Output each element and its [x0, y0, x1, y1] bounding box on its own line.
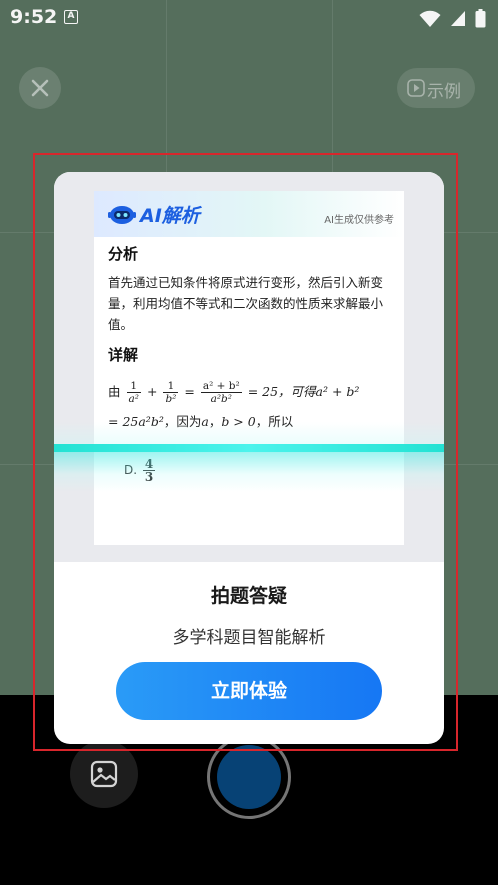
frac-denominator: a²b² — [210, 393, 232, 405]
frac-numerator: a² + b² — [200, 380, 242, 393]
equals-sign: = — [184, 384, 195, 399]
analysis-text: 首先通过已知条件将原式进行变形，然后引入新变量，利用均值不等式和二次函数的性质来… — [108, 275, 384, 332]
ai-logo: AI解析 — [140, 205, 200, 227]
promo-dialog: AI解析 AI生成仅供参考 分析 首先通过已知条件将原式进行变形，然后引入新变量… — [54, 172, 444, 744]
analysis-title: 分析 — [108, 245, 139, 263]
detail-title: 详解 — [108, 346, 139, 364]
frac-numerator: 1 — [126, 380, 141, 393]
scan-fade — [54, 422, 444, 444]
dialog-subtitle: 多学科题目智能解析 — [172, 628, 326, 648]
frac-denominator: b² — [165, 393, 177, 405]
detail-line-1: 由 1 a² + 1 b² = a² + b² a²b² = 25，可得a² + b² — [108, 379, 392, 405]
try-now-button[interactable]: 立即体验 — [116, 662, 382, 720]
dialog-title: 拍题答疑 — [210, 585, 287, 607]
plus-sign: + — [146, 384, 158, 399]
fraction: 1 b² — [163, 380, 179, 405]
fraction: 1 a² — [126, 380, 141, 405]
frac-denominator: a² — [128, 393, 139, 405]
detail-prefix: 由 — [108, 384, 121, 399]
card-banner: AI解析 AI生成仅供参考 — [94, 191, 404, 237]
scan-line — [54, 444, 444, 452]
fraction: a² + b² a²b² — [200, 380, 242, 405]
ai-disclaimer: AI生成仅供参考 — [324, 215, 394, 226]
detail-math: a² + b² — [315, 384, 360, 399]
detail-suffix: = 25，可得 — [247, 384, 316, 399]
preview-area: AI解析 AI生成仅供参考 分析 首先通过已知条件将原式进行变形，然后引入新变量… — [54, 172, 444, 562]
frac-numerator: 1 — [163, 380, 179, 393]
robot-icon — [108, 206, 136, 224]
scan-glow — [54, 452, 444, 492]
